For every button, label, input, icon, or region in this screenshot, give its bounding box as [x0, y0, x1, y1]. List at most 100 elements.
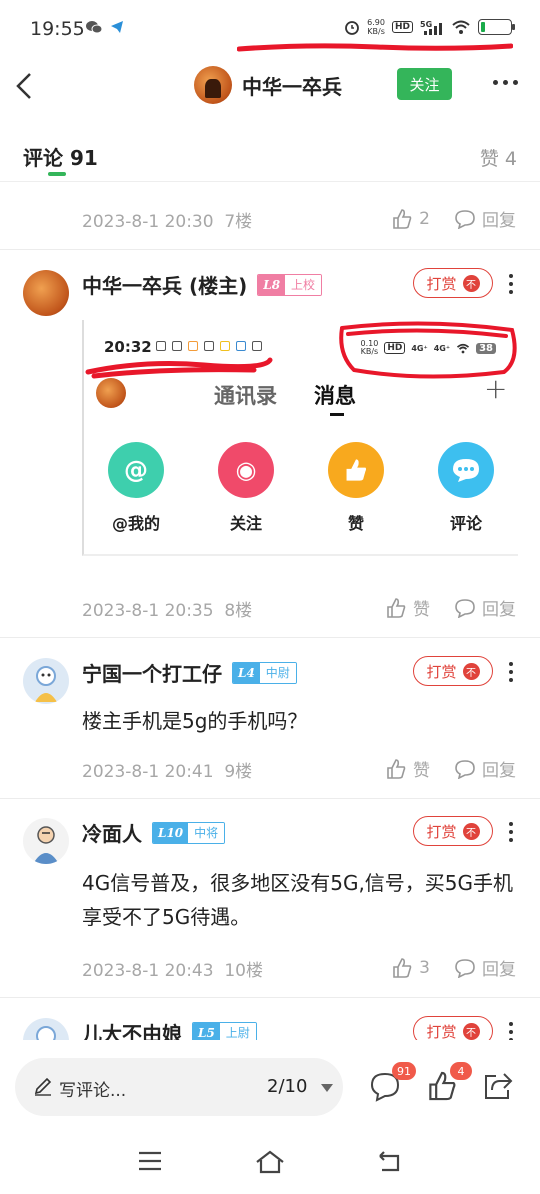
comment-image[interactable]: 20:32 0.10 KB/s HD 4G⁺ 4G⁺ 38 通讯录 消息 + @ … — [82, 320, 518, 556]
thumbs-up-icon — [328, 442, 384, 498]
comment-text: 楼主手机是5g的手机吗？ — [82, 709, 308, 733]
level-badge: L8 上校 — [257, 273, 323, 296]
comment-author[interactable]: 宁国一个打工仔 L4 中尉 — [82, 658, 297, 687]
comment-author[interactable]: 冷面人 L10 中将 — [82, 818, 226, 847]
alarm-icon — [345, 21, 360, 35]
eye-icon: ◉ — [218, 442, 274, 498]
more-options-icon[interactable] — [509, 274, 513, 294]
divider — [0, 798, 540, 799]
pen-icon — [34, 1077, 52, 1096]
avatar[interactable] — [23, 658, 69, 704]
comment-actions: 3 回复 — [391, 955, 516, 980]
comment-count-badge: 91 — [392, 1062, 416, 1080]
comment-actions: 赞 回复 — [385, 756, 516, 781]
avatar — [96, 378, 126, 408]
comment-meta: 2023-8-1 20:30 7楼 — [82, 212, 253, 232]
telegram-icon — [111, 21, 123, 33]
comment-actions: 赞 回复 — [385, 595, 516, 620]
coin-icon: 不 — [462, 274, 480, 292]
coin-icon: 不 — [462, 1022, 480, 1040]
level-badge: L10 中将 — [152, 821, 226, 844]
comment-meta: 2023-8-1 20:35 8楼 — [82, 601, 253, 621]
like-button[interactable]: 3 — [391, 957, 430, 979]
more-options-icon[interactable] — [509, 1022, 513, 1042]
like-button[interactable]: 赞 — [385, 595, 430, 620]
chat-bubble-icon — [455, 759, 475, 779]
avatar[interactable] — [23, 270, 69, 316]
home-icon[interactable] — [255, 1150, 285, 1174]
thumbs-up-icon — [387, 758, 406, 779]
menu-icon[interactable] — [138, 1150, 162, 1172]
comment-meta: 2023-8-1 20:41 9楼 — [82, 762, 253, 782]
share-icon[interactable] — [482, 1070, 514, 1102]
reply-button[interactable]: 回复 — [454, 206, 516, 231]
like-count: 2 — [419, 208, 430, 229]
avatar[interactable] — [23, 818, 69, 864]
embed-item-comments: 评论 — [426, 442, 506, 534]
svg-text:5G: 5G — [420, 20, 432, 29]
notification-icons — [86, 20, 124, 34]
wifi-icon — [457, 343, 470, 353]
embed-tab-contacts: 通讯录 — [214, 384, 277, 408]
status-right: 6.90 KB/s HD 5G — [344, 18, 515, 36]
back-arrow-icon[interactable] — [12, 68, 38, 104]
reward-button[interactable]: 打赏不 — [413, 656, 493, 686]
page-indicator[interactable]: 2/10 — [267, 1076, 307, 1097]
system-nav-bar — [0, 1136, 540, 1194]
at-icon: @ — [108, 442, 164, 498]
red-annotation-line — [237, 43, 513, 52]
tab-likes[interactable]: 赞 4 — [480, 144, 517, 171]
chevron-down-icon[interactable] — [321, 1084, 333, 1092]
tab-comments[interactable]: 评论 91 — [23, 142, 98, 171]
more-icon[interactable] — [493, 80, 518, 85]
coin-icon: 不 — [462, 822, 480, 840]
chat-bubble-icon — [455, 598, 475, 618]
chat-icon — [438, 442, 494, 498]
follow-button[interactable]: 关注 — [397, 68, 452, 100]
header-user[interactable]: 中华一卒兵 — [194, 66, 342, 104]
bottom-action-bar: 写评论... 2/10 91 4 — [0, 1040, 540, 1136]
like-button[interactable]: 2 — [391, 208, 430, 230]
comment-input-placeholder: 写评论... — [59, 1081, 127, 1101]
divider — [0, 249, 540, 250]
top-header: 中华一卒兵 关注 — [0, 56, 540, 116]
chat-bubble-icon — [455, 209, 475, 229]
tab-indicator — [48, 172, 66, 176]
like-count-badge: 4 — [450, 1062, 472, 1080]
wechat-icon — [86, 21, 102, 34]
wifi-icon — [452, 20, 470, 34]
more-options-icon[interactable] — [509, 822, 513, 842]
reply-button[interactable]: 回复 — [454, 595, 516, 620]
comment-actions: 2 回复 — [391, 206, 516, 231]
plus-icon: + — [484, 372, 508, 405]
net-speed: 6.90 KB/s — [367, 18, 385, 36]
more-options-icon[interactable] — [509, 662, 513, 682]
reply-button[interactable]: 回复 — [454, 756, 516, 781]
embed-status-right: 0.10 KB/s HD 4G⁺ 4G⁺ 38 — [361, 340, 496, 356]
battery-icon — [478, 19, 515, 35]
embed-item-likes: 赞 — [316, 442, 396, 534]
embed-time: 20:32 — [104, 338, 152, 356]
chat-bubble-icon — [455, 958, 475, 978]
comment-author[interactable]: 中华一卒兵 (楼主) L8 上校 — [82, 270, 323, 299]
reply-button[interactable]: 回复 — [454, 955, 516, 980]
comment-text: 4G信号普及，很多地区没有5G,信号，买5G手机享受不了5G待遇。 — [82, 871, 514, 929]
level-badge: L4 中尉 — [232, 661, 297, 684]
embed-item-follow: ◉ 关注 — [206, 442, 286, 534]
tabs-bar: 评论 91 赞 4 — [0, 130, 540, 182]
coin-icon: 不 — [462, 662, 480, 680]
page-title: 中华一卒兵 — [242, 74, 342, 99]
divider — [0, 637, 540, 638]
thumbs-up-icon — [393, 208, 412, 229]
reward-button[interactable]: 打赏不 — [413, 816, 493, 846]
back-icon[interactable] — [376, 1150, 402, 1174]
comment-input[interactable]: 写评论... 2/10 — [15, 1058, 343, 1116]
embed-tab-indicator — [330, 413, 344, 416]
status-time: 19:55 — [30, 18, 85, 40]
reward-button[interactable]: 打赏不 — [413, 268, 493, 298]
like-button[interactable]: 赞 — [385, 756, 430, 781]
embed-tab-messages: 消息 — [314, 384, 356, 408]
thumbs-up-icon — [387, 597, 406, 618]
embed-notification-icons — [156, 341, 262, 351]
avatar[interactable] — [194, 66, 232, 104]
